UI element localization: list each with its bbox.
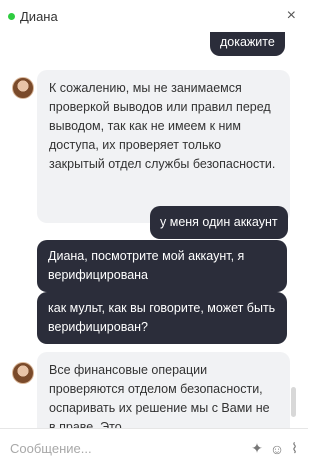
composer-tools: ✦ ☺ ⌇ xyxy=(251,440,298,457)
agent-name: Диана xyxy=(20,8,58,24)
chat-header: Диана × xyxy=(0,0,308,32)
agent-avatar xyxy=(12,362,34,384)
message-bubble-incoming: К сожалению, мы не занимаемся проверкой … xyxy=(37,70,290,223)
magic-wand-icon[interactable]: ✦ xyxy=(251,440,263,457)
message-input[interactable] xyxy=(10,441,252,456)
message-bubble-outgoing: как мульт, как вы говорите, может быть в… xyxy=(37,292,287,344)
message-list[interactable]: докажите К сожалению, мы не занимаемся п… xyxy=(0,32,308,428)
close-button[interactable]: × xyxy=(287,8,296,24)
paperclip-icon[interactable]: ⌇ xyxy=(291,440,298,457)
message-bubble-incoming: Все финансовые операции проверяются отде… xyxy=(37,352,290,428)
message-bubble-outgoing: Диана, посмотрите мой аккаунт, я верифиц… xyxy=(37,240,287,292)
scrollbar-thumb[interactable] xyxy=(291,387,296,417)
agent-avatar xyxy=(12,77,34,99)
message-bubble-outgoing: докажите xyxy=(210,32,285,56)
message-composer: ✦ ☺ ⌇ xyxy=(0,428,308,468)
emoji-icon[interactable]: ☺ xyxy=(270,441,284,457)
message-bubble-outgoing: у меня один аккаунт xyxy=(150,206,288,239)
online-status-dot xyxy=(8,12,15,20)
